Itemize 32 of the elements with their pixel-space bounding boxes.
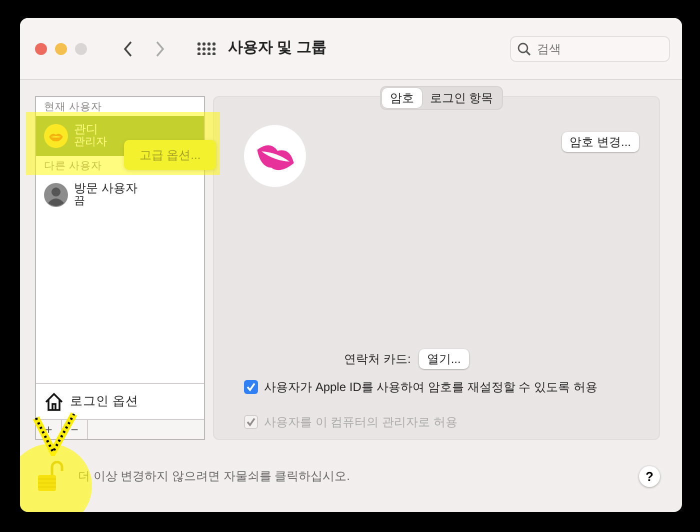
close-button[interactable] <box>35 42 47 54</box>
user-role: 관리자 <box>74 136 107 150</box>
person-icon <box>44 182 68 206</box>
grid-icon[interactable] <box>197 42 216 55</box>
search-icon <box>517 42 531 56</box>
user-name: 관디 <box>74 122 99 136</box>
tab[interactable]: 암호 <box>382 88 422 108</box>
back-icon[interactable] <box>123 40 133 56</box>
open-button[interactable]: 열기... <box>418 349 469 369</box>
login-options-label: 로그인 옵션 <box>70 393 138 410</box>
check-mark-drawing <box>32 410 78 456</box>
user-row[interactable]: 방문 사용자 끔 <box>36 174 204 214</box>
minimize-button[interactable] <box>55 42 67 54</box>
change-password-button[interactable]: 암호 변경... <box>562 132 639 152</box>
tab[interactable]: 로그인 항목 <box>422 88 502 108</box>
search-field[interactable]: 검색 <box>510 36 670 62</box>
checkbox[interactable] <box>244 380 258 394</box>
house-icon <box>44 392 64 412</box>
checkbox-label: 사용자가 Apple ID를 사용하여 암호를 재설정할 수 있도록 허용 <box>264 379 598 396</box>
user-name: 방문 사용자 <box>74 181 138 195</box>
avatar-icon <box>44 124 68 148</box>
forward-icon[interactable] <box>155 40 165 56</box>
section-header: 현재 사용자 <box>43 100 103 115</box>
help-button[interactable]: ? <box>639 466 660 486</box>
remove-button[interactable]: − <box>62 420 88 439</box>
section-header: 다른 사용자 <box>43 158 103 174</box>
contact-card-label: 연락처 카드: <box>344 351 411 368</box>
user-role: 끔 <box>74 195 86 208</box>
lock-message: 더 이상 변경하지 않으려면 자물쇠를 클릭하십시오. <box>78 468 350 485</box>
checkbox-label: 사용자를 이 컴퓨터의 관리자로 허용 <box>264 414 458 431</box>
window-title: 사용자 및 그룹 <box>228 38 326 58</box>
add-button[interactable]: + <box>36 420 62 439</box>
